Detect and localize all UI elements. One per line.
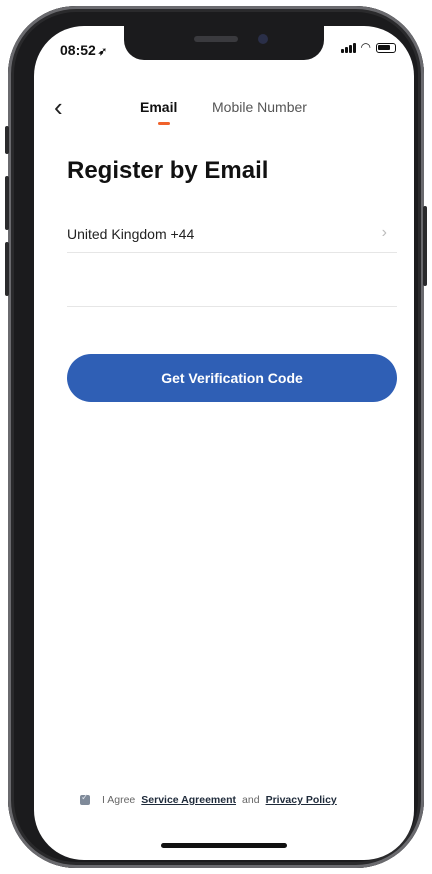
get-verification-code-button[interactable]: Get Verification Code	[67, 354, 397, 402]
page-title: Register by Email	[67, 157, 269, 184]
active-tab-indicator	[158, 122, 170, 125]
notch	[124, 26, 324, 60]
status-time: 08:52 ➶	[60, 42, 107, 58]
agree-prefix: I Agree	[102, 794, 136, 806]
volume-down-button	[5, 242, 9, 296]
battery-icon	[376, 42, 396, 53]
agree-and-text: and	[242, 794, 260, 806]
privacy-policy-link[interactable]: Privacy Policy	[266, 794, 337, 806]
home-indicator	[161, 843, 287, 848]
wifi-icon: ◠	[360, 40, 371, 54]
screen: 08:52 ➶ ◠ ‹ Email Mobile Number Register …	[34, 26, 414, 860]
signal-icon	[340, 42, 356, 53]
back-icon[interactable]: ‹	[54, 94, 63, 120]
power-button	[423, 206, 427, 286]
phone-frame: 08:52 ➶ ◠ ‹ Email Mobile Number Register …	[5, 6, 427, 868]
location-icon: ➶	[97, 46, 108, 58]
email-input[interactable]	[67, 274, 397, 307]
front-camera	[258, 34, 268, 44]
agreement-row: I Agree Service Agreement and Privacy Po…	[80, 792, 337, 806]
service-agreement-link[interactable]: Service Agreement	[141, 794, 236, 806]
tab-mobile-number[interactable]: Mobile Number	[212, 99, 307, 115]
volume-up-button	[5, 176, 9, 230]
country-selector[interactable]: United Kingdom +44 ›	[67, 224, 397, 253]
silent-switch	[5, 126, 9, 154]
status-icons: ◠	[340, 40, 396, 54]
chevron-right-icon: ›	[381, 224, 387, 241]
tab-email[interactable]: Email	[140, 99, 177, 115]
speaker-grille	[194, 36, 238, 42]
status-time-text: 08:52	[60, 42, 96, 58]
country-label: United Kingdom +44	[67, 226, 195, 242]
agree-checkbox[interactable]	[80, 792, 90, 805]
